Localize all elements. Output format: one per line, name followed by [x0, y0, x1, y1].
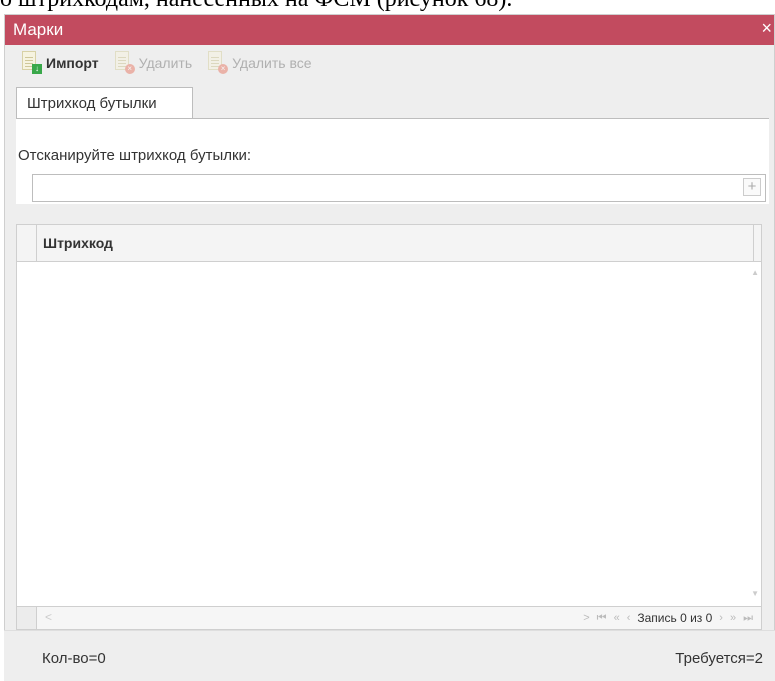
- prev-page-icon[interactable]: «: [614, 612, 620, 624]
- scroll-right-icon[interactable]: >: [583, 612, 589, 624]
- column-header-barcode[interactable]: Штрихкод: [43, 235, 113, 251]
- toolbar: ↓ Импорт × Удалить × Удалить все: [20, 48, 326, 78]
- required-label: Требуется=2: [675, 650, 763, 667]
- tab-bottle-barcode[interactable]: Штрихкод бутылки: [16, 87, 193, 119]
- delete-all-button[interactable]: × Удалить все: [206, 50, 312, 76]
- close-icon[interactable]: ×: [761, 18, 772, 39]
- document-delete-all-icon: ×: [206, 50, 229, 76]
- pager-bar: < > ⏮ « ‹ Запись 0 из 0 › » ⏭: [16, 606, 762, 630]
- footer: [4, 630, 775, 681]
- document-delete-icon: ×: [113, 50, 135, 76]
- document-caption: о штрихкодам, нанесенных на ФСМ (рисунок…: [0, 0, 512, 12]
- last-page-icon[interactable]: ⏭: [743, 612, 753, 625]
- grid-header: Штрихкод: [16, 224, 762, 262]
- add-icon[interactable]: +: [743, 178, 761, 196]
- record-counter: Запись 0 из 0: [637, 611, 713, 625]
- import-button[interactable]: ↓ Импорт: [20, 50, 99, 76]
- prev-record-icon[interactable]: ‹: [627, 612, 631, 624]
- row-selector-header[interactable]: [17, 225, 37, 261]
- vertical-scrollbar[interactable]: ▲ ▼: [751, 262, 761, 606]
- count-label: Кол-во=0: [42, 650, 106, 667]
- scroll-up-icon[interactable]: ▲: [751, 268, 759, 277]
- first-page-icon[interactable]: ⏮: [597, 612, 607, 625]
- pager: > ⏮ « ‹ Запись 0 из 0 › » ⏭: [576, 611, 753, 625]
- document-import-icon: ↓: [20, 50, 42, 76]
- dialog-title: Марки: [13, 20, 64, 39]
- scroll-left-icon[interactable]: <: [45, 610, 52, 624]
- grid-body[interactable]: ▲ ▼: [16, 262, 762, 606]
- next-record-icon[interactable]: ›: [719, 612, 723, 624]
- delete-all-label: Удалить все: [232, 55, 312, 71]
- import-label: Импорт: [46, 55, 99, 71]
- delete-label: Удалить: [138, 55, 193, 71]
- pager-corner: [17, 607, 37, 629]
- header-scroll-spacer: [753, 225, 761, 261]
- delete-button[interactable]: × Удалить: [113, 50, 192, 76]
- scan-label: Отсканируйте штрихкод бутылки:: [18, 147, 252, 164]
- barcode-input[interactable]: [32, 174, 766, 202]
- title-bar[interactable]: Марки ×: [5, 15, 774, 45]
- next-page-icon[interactable]: »: [730, 612, 736, 624]
- scroll-down-icon[interactable]: ▼: [751, 589, 759, 598]
